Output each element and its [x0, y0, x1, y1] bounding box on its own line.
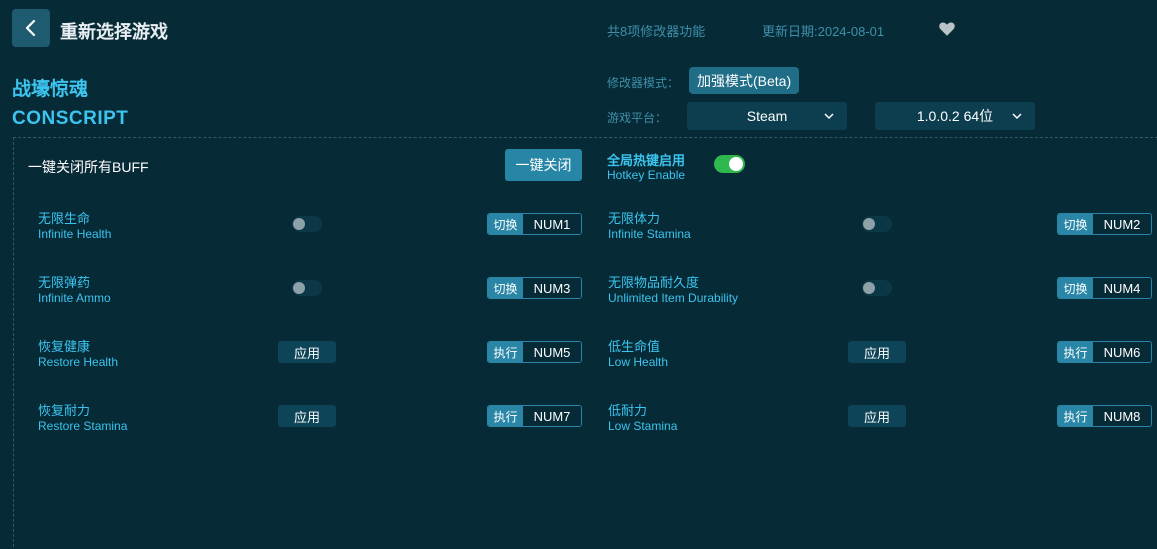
- key-name: NUM1: [523, 214, 581, 234]
- key-action: 执行: [488, 342, 523, 362]
- key-action: 切换: [1058, 214, 1093, 234]
- hotkey-num1[interactable]: 切换 NUM1: [487, 213, 582, 235]
- platform-select-value: Steam: [746, 108, 788, 124]
- hotkey-num5[interactable]: 执行 NUM5: [487, 341, 582, 363]
- platform-label: 游戏平台：: [607, 111, 668, 125]
- hotkey-label-cn: 全局热键启用: [607, 153, 686, 168]
- cheat-label-en: Restore Stamina: [38, 419, 128, 433]
- infinite-stamina-toggle[interactable]: [862, 216, 892, 232]
- cheat-label-en: Low Health: [608, 355, 669, 369]
- hotkey-num4[interactable]: 切换 NUM4: [1057, 277, 1152, 299]
- key-action: 执行: [1058, 342, 1093, 362]
- low-health-apply-button[interactable]: 应用: [848, 341, 906, 363]
- cheat-label-cn: 恢复耐力: [38, 403, 91, 418]
- key-name: NUM3: [523, 278, 581, 298]
- key-name: NUM7: [523, 406, 581, 426]
- restore-stamina-apply-button[interactable]: 应用: [278, 405, 336, 427]
- key-name: NUM4: [1093, 278, 1151, 298]
- infinite-ammo-toggle[interactable]: [292, 280, 322, 296]
- cheat-label-en: Infinite Stamina: [608, 227, 691, 241]
- back-button[interactable]: [12, 9, 50, 47]
- cheat-label-cn: 恢复健康: [38, 339, 91, 354]
- chevron-down-icon: [1012, 113, 1022, 120]
- cheat-label-cn: 无限生命: [38, 211, 91, 226]
- key-name: NUM2: [1093, 214, 1151, 234]
- mode-badge[interactable]: 加强模式(Beta): [689, 67, 800, 94]
- low-stamina-apply-button[interactable]: 应用: [848, 405, 906, 427]
- mode-label: 修改器模式：: [607, 76, 680, 90]
- cheat-label-cn: 低生命值: [608, 339, 661, 354]
- key-name: NUM6: [1093, 342, 1151, 362]
- key-name: NUM8: [1093, 406, 1151, 426]
- game-title-en: CONSCRIPT: [12, 108, 129, 129]
- restore-health-apply-button[interactable]: 应用: [278, 341, 336, 363]
- version-select-value: 1.0.0.2 64位: [916, 108, 994, 124]
- update-date: 更新日期:2024-08-01: [762, 24, 885, 39]
- key-action: 切换: [1058, 278, 1093, 298]
- key-action: 切换: [488, 278, 523, 298]
- cheat-label-cn: 无限体力: [608, 211, 661, 226]
- chevron-down-icon: [824, 113, 834, 120]
- cheat-label-cn: 无限弹药: [38, 275, 91, 290]
- feature-count: 共8项修改器功能: [607, 24, 706, 39]
- chevron-left-icon: [25, 19, 36, 37]
- cheat-label-en: Low Stamina: [608, 419, 678, 433]
- item-durability-toggle[interactable]: [862, 280, 892, 296]
- hotkey-num6[interactable]: 执行 NUM6: [1057, 341, 1152, 363]
- cheat-label-en: Infinite Health: [38, 227, 112, 241]
- hotkey-num7[interactable]: 执行 NUM7: [487, 405, 582, 427]
- version-select[interactable]: 1.0.0.2 64位: [875, 102, 1035, 130]
- heart-icon[interactable]: [938, 20, 956, 38]
- game-title-cn: 战壕惊魂: [12, 79, 89, 100]
- cheat-label-en: Restore Health: [38, 355, 119, 369]
- cheat-panel: [13, 137, 1157, 549]
- key-action: 切换: [488, 214, 523, 234]
- hotkey-num3[interactable]: 切换 NUM3: [487, 277, 582, 299]
- infinite-health-toggle[interactable]: [292, 216, 322, 232]
- key-action: 执行: [1058, 406, 1093, 426]
- close-all-buff-label: 一键关闭所有BUFF: [28, 159, 149, 175]
- hotkey-toggle[interactable]: [714, 155, 745, 173]
- platform-select[interactable]: Steam: [687, 102, 847, 130]
- cheat-label-cn: 低耐力: [608, 403, 648, 418]
- close-all-button[interactable]: 一键关闭: [505, 149, 582, 181]
- cheat-label-cn: 无限物品耐久度: [608, 275, 700, 290]
- cheat-label-en: Unlimited Item Durability: [608, 291, 739, 305]
- key-name: NUM5: [523, 342, 581, 362]
- page-title: 重新选择游戏: [60, 22, 168, 42]
- hotkey-num2[interactable]: 切换 NUM2: [1057, 213, 1152, 235]
- key-action: 执行: [488, 406, 523, 426]
- cheat-label-en: Infinite Ammo: [38, 291, 111, 305]
- hotkey-num8[interactable]: 执行 NUM8: [1057, 405, 1152, 427]
- hotkey-label-en: Hotkey Enable: [607, 168, 686, 182]
